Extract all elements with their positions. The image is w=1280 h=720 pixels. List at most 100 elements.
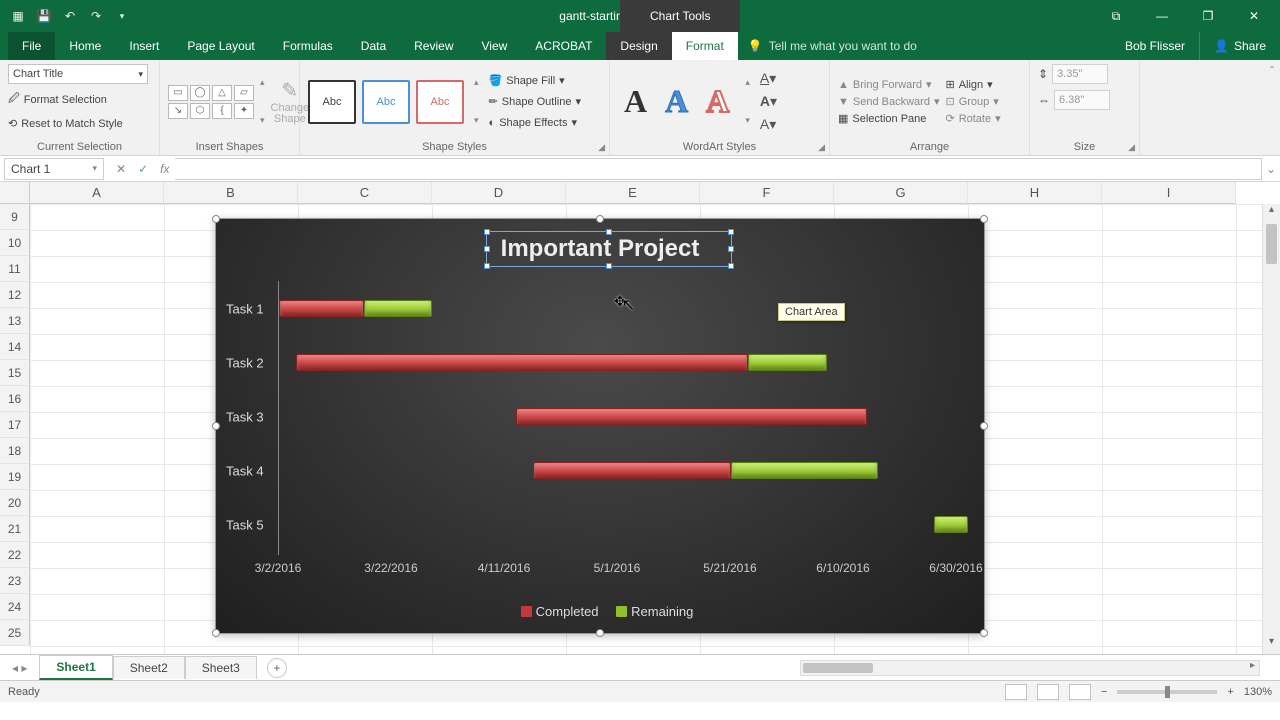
text-effects-button[interactable]: A▾: [760, 116, 777, 133]
align-button[interactable]: ⊞ Align ▾: [945, 77, 1000, 92]
row-header[interactable]: 22: [0, 542, 30, 568]
tab-data[interactable]: Data: [347, 32, 400, 60]
column-header[interactable]: E: [566, 182, 700, 204]
dialog-launcher-icon[interactable]: ◢: [818, 142, 825, 153]
column-header[interactable]: H: [968, 182, 1102, 204]
dialog-launcher-icon[interactable]: ◢: [1128, 142, 1135, 153]
shape-outline-button[interactable]: ✏ Shape Outline ▾: [489, 93, 581, 110]
row-header[interactable]: 15: [0, 360, 30, 386]
tab-insert[interactable]: Insert: [115, 32, 173, 60]
column-header[interactable]: I: [1102, 182, 1236, 204]
shape-style-preset[interactable]: Abc: [416, 80, 464, 124]
format-selection-button[interactable]: 🖉 Format Selection: [8, 88, 107, 111]
tab-file[interactable]: File: [8, 32, 55, 60]
user-name[interactable]: Bob Flisser: [1111, 32, 1199, 60]
selection-pane-button[interactable]: ▦ Selection Pane: [838, 111, 939, 126]
qat-customize-icon[interactable]: ▾: [114, 8, 130, 24]
formula-input[interactable]: [175, 158, 1262, 180]
shape-effects-button[interactable]: ◐ Shape Effects ▾: [489, 114, 581, 131]
worksheet-area[interactable]: ABCDEFGHI 910111213141516171819202122232…: [0, 182, 1280, 654]
row-header[interactable]: 21: [0, 516, 30, 542]
row-header[interactable]: 18: [0, 438, 30, 464]
data-bar[interactable]: [516, 408, 866, 425]
column-header[interactable]: A: [30, 182, 164, 204]
page-break-view-button[interactable]: [1069, 684, 1091, 700]
column-header[interactable]: D: [432, 182, 566, 204]
save-icon[interactable]: 💾: [36, 8, 52, 24]
row-header[interactable]: 19: [0, 464, 30, 490]
sheet-nav[interactable]: ◂ ▸: [0, 661, 39, 675]
enter-icon[interactable]: ✓: [138, 162, 148, 176]
wordart-preset[interactable]: A: [659, 83, 694, 120]
restore-button[interactable]: ❐: [1186, 2, 1230, 30]
column-header[interactable]: F: [700, 182, 834, 204]
row-header[interactable]: 9: [0, 204, 30, 230]
text-outline-button[interactable]: A▾: [760, 93, 777, 110]
tell-me-search[interactable]: 💡 Tell me what you want to do: [738, 32, 927, 60]
data-bar[interactable]: [533, 462, 731, 479]
reset-to-match-style-button[interactable]: ⟲ Reset to Match Style: [8, 115, 123, 132]
data-bar[interactable]: [279, 300, 364, 317]
wordart-preset[interactable]: A: [618, 83, 653, 120]
ribbon-options-button[interactable]: ⧉: [1094, 2, 1138, 30]
expand-formula-bar-icon[interactable]: ⌄: [1262, 162, 1280, 176]
zoom-out-button[interactable]: −: [1101, 686, 1107, 698]
minimize-button[interactable]: —: [1140, 2, 1184, 30]
sheet-tab[interactable]: Sheet2: [113, 656, 185, 679]
column-header[interactable]: G: [834, 182, 968, 204]
row-header[interactable]: 24: [0, 594, 30, 620]
data-bar[interactable]: [934, 516, 968, 533]
select-all-corner[interactable]: [0, 182, 30, 204]
cancel-icon[interactable]: ✕: [116, 162, 126, 176]
dialog-launcher-icon[interactable]: ◢: [598, 142, 605, 153]
row-header[interactable]: 17: [0, 412, 30, 438]
column-header[interactable]: B: [164, 182, 298, 204]
row-header[interactable]: 23: [0, 568, 30, 594]
shape-style-preset[interactable]: Abc: [362, 80, 410, 124]
chart-element-selector[interactable]: Chart Title▾: [8, 64, 148, 84]
normal-view-button[interactable]: [1005, 684, 1027, 700]
width-input[interactable]: 6.38": [1054, 90, 1110, 110]
height-input[interactable]: 3.35": [1052, 64, 1108, 84]
row-header[interactable]: 12: [0, 282, 30, 308]
close-button[interactable]: ✕: [1232, 2, 1276, 30]
data-bar[interactable]: [296, 354, 748, 371]
chart-legend[interactable]: Completed Remaining: [216, 604, 984, 619]
tab-review[interactable]: Review: [400, 32, 467, 60]
sheet-tab[interactable]: Sheet1: [39, 655, 112, 680]
shape-style-preset[interactable]: Abc: [308, 80, 356, 124]
vertical-scrollbar[interactable]: ▴▾: [1262, 204, 1280, 654]
plot-area[interactable]: [278, 281, 954, 555]
chart-object[interactable]: Important Project ✥↖ Chart Area Complete…: [215, 218, 985, 634]
row-header[interactable]: 13: [0, 308, 30, 334]
tab-view[interactable]: View: [468, 32, 522, 60]
data-bar[interactable]: [731, 462, 878, 479]
redo-icon[interactable]: ↷: [88, 8, 104, 24]
data-bar[interactable]: [748, 354, 827, 371]
zoom-level[interactable]: 130%: [1244, 686, 1272, 698]
zoom-slider[interactable]: [1117, 690, 1217, 694]
name-box[interactable]: Chart 1▾: [4, 158, 104, 180]
row-header[interactable]: 20: [0, 490, 30, 516]
new-sheet-button[interactable]: +: [267, 658, 287, 678]
tab-format[interactable]: Format: [672, 32, 738, 60]
tab-acrobat[interactable]: ACROBAT: [521, 32, 606, 60]
collapse-ribbon-icon[interactable]: ˆ: [1140, 60, 1280, 155]
undo-icon[interactable]: ↶: [62, 8, 78, 24]
shape-fill-button[interactable]: 🪣 Shape Fill ▾: [489, 72, 581, 89]
tab-design[interactable]: Design: [606, 32, 671, 60]
fx-icon[interactable]: fx: [160, 162, 175, 176]
sheet-tab[interactable]: Sheet3: [185, 656, 257, 679]
page-layout-view-button[interactable]: [1037, 684, 1059, 700]
horizontal-scrollbar[interactable]: ◂▸: [800, 660, 1260, 676]
row-header[interactable]: 14: [0, 334, 30, 360]
row-header[interactable]: 11: [0, 256, 30, 282]
data-bar[interactable]: [364, 300, 432, 317]
text-fill-button[interactable]: A▾: [760, 70, 777, 87]
row-header[interactable]: 16: [0, 386, 30, 412]
tab-page-layout[interactable]: Page Layout: [173, 32, 268, 60]
column-header[interactable]: C: [298, 182, 432, 204]
row-header[interactable]: 25: [0, 620, 30, 646]
wordart-preset[interactable]: A: [700, 83, 735, 120]
shapes-gallery[interactable]: ▭◯△▱ ↘⬡{✦: [168, 85, 254, 119]
